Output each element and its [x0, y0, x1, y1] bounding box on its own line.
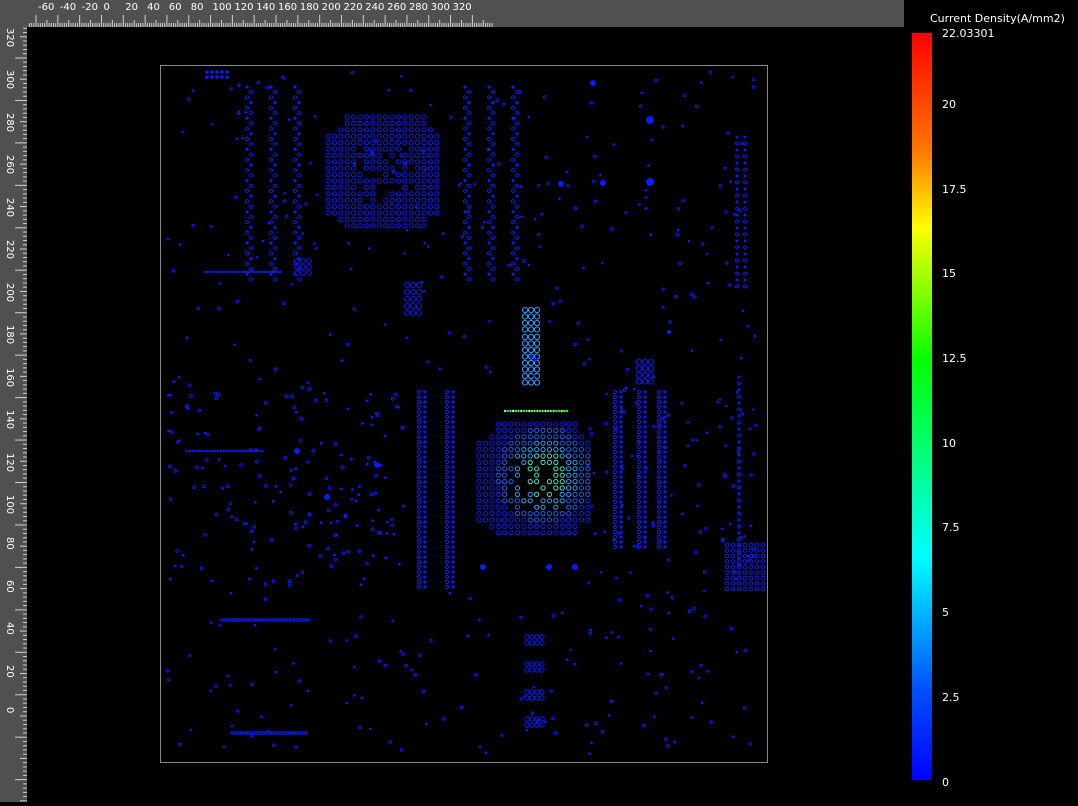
ruler-left-label: 80: [4, 537, 15, 551]
ruler-top-label: -60: [38, 2, 55, 13]
legend-title: Current Density(A/mm2): [930, 12, 1065, 25]
ruler-left[interactable]: 320 300 280 260 240 220 200 180 160 140 120 100 80 60…: [0, 0, 27, 802]
legend-value-5: 5: [942, 606, 949, 619]
ruler-top-label: 320: [452, 2, 472, 13]
ruler-left-label: 100: [4, 494, 15, 515]
legend-value-2-5: 2.5: [942, 691, 960, 704]
legend-value-17-5: 17.5: [942, 183, 967, 196]
legend-value-15: 15: [942, 267, 956, 280]
ruler-left-label: 0: [4, 707, 15, 714]
ruler-left-label: 60: [4, 579, 15, 593]
ruler-left-label: 240: [4, 197, 15, 217]
ruler-left-label: 20: [4, 664, 15, 678]
ruler-left-label: 120: [4, 452, 15, 472]
ruler-top-label: 180: [299, 2, 319, 13]
ruler-top-label: 280: [408, 2, 429, 13]
ruler-left-label: 220: [4, 240, 15, 260]
ruler-top-label: 240: [365, 2, 385, 13]
ruler-top-label: 20: [125, 2, 138, 13]
ruler-top-label: 100: [212, 2, 232, 13]
legend-value-0: 0: [942, 776, 949, 789]
ruler-top[interactable]: -60 -40 -20 0 20 40 60 80 100 120 140 160 180 200 220 2…: [0, 0, 904, 27]
ruler-left-label: 160: [4, 367, 15, 387]
legend-panel: Current Density(A/mm2) 22.03301 20 17.5 …: [904, 0, 1078, 802]
ruler-left-label: 40: [4, 622, 15, 636]
legend-value-10: 10: [942, 437, 956, 450]
ruler-left-label: 300: [4, 70, 15, 90]
ruler-top-label: -20: [81, 2, 98, 13]
ruler-top-label: 200: [321, 2, 341, 13]
ruler-left-label: 320: [4, 28, 15, 48]
legend-value-20: 20: [942, 98, 956, 111]
pcb-board-canvas[interactable]: [27, 27, 904, 802]
ruler-top-label: 160: [278, 2, 298, 13]
ruler-top-label: -40: [59, 2, 77, 13]
ruler-top-label: 300: [430, 2, 450, 13]
board-outline: [160, 65, 768, 763]
ruler-top-label: 80: [190, 2, 204, 13]
legend-value-7-5: 7.5: [942, 521, 960, 534]
legend-value-max: 22.03301: [942, 27, 995, 40]
ruler-left-label: 280: [4, 112, 15, 132]
ruler-top-label: 60: [168, 2, 182, 13]
chip-footprints: [325, 114, 591, 536]
ruler-top-label: 120: [234, 2, 254, 13]
via-field: [165, 70, 766, 755]
layout-viewport[interactable]: [27, 27, 904, 802]
ruler-top-label: 40: [147, 2, 160, 13]
ruler-left-label: 180: [4, 325, 15, 345]
color-scale-bar: [912, 33, 932, 780]
ruler-top-label: 260: [387, 2, 407, 13]
legend-value-12-5: 12.5: [942, 352, 967, 365]
ruler-top-label: 140: [256, 2, 276, 13]
ruler-top-label: 0: [103, 2, 110, 13]
ruler-left-label: 200: [4, 282, 15, 302]
ruler-left-label: 140: [4, 410, 15, 430]
ruler-left-label: 260: [4, 155, 15, 175]
ruler-top-label: 220: [343, 2, 363, 13]
